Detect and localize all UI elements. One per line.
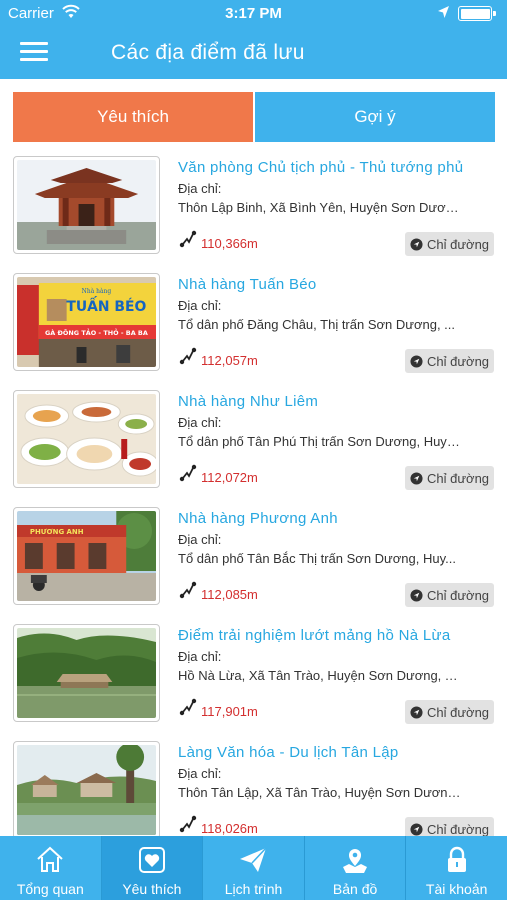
sign-text-small: Nhà hàng (82, 288, 112, 295)
page-title: Các địa điểm đã lưu (111, 41, 305, 64)
tab-itinerary[interactable]: Lịch trình (203, 836, 305, 900)
directions-button[interactable]: Chỉ đường (405, 817, 494, 836)
tab-label: Tổng quan (16, 881, 84, 897)
list-item[interactable]: PHƯƠNG ANH Nhà hàng Phương Anh Địa chỉ: … (0, 501, 507, 618)
place-thumbnail (13, 624, 160, 722)
directions-button[interactable]: Chỉ đường (405, 700, 494, 724)
directions-label: Chỉ đường (427, 470, 490, 486)
restaurant-front-photo: PHƯƠNG ANH (17, 511, 156, 601)
sign-text-menu: GÀ ĐÔNG TẢO - THỎ - BA BA (45, 327, 148, 337)
place-thumbnail: PHƯƠNG ANH (13, 507, 160, 605)
directions-button[interactable]: Chỉ đường (405, 583, 494, 607)
address-value: Thôn Lập Binh, Xã Bình Yên, Huyện Sơn Dư… (178, 200, 463, 215)
route-icon (179, 815, 197, 833)
address-value: Tổ dân phố Đăng Châu, Thị trấn Sơn Dương… (178, 317, 455, 332)
navigation-icon (410, 237, 423, 251)
list-item[interactable]: Nhà hàng Như Liêm Địa chỉ: Tổ dân phố Tâ… (0, 384, 507, 501)
home-icon (37, 846, 63, 872)
address-label: Địa chỉ: (178, 181, 222, 196)
place-thumbnail (13, 156, 160, 254)
bottom-tab-bar: Tổng quan Yêu thích Lịch trình Bản đồ Tà… (0, 836, 507, 900)
tab-label: Bản đồ (332, 881, 378, 897)
tab-map[interactable]: Bản đồ (305, 836, 407, 900)
place-name[interactable]: Điểm trải nghiệm lướt mảng hồ Nà Lừa (178, 627, 498, 644)
battery-icon (458, 6, 496, 21)
tab-label: Lịch trình (224, 881, 283, 897)
list-item[interactable]: Điểm trải nghiệm lướt mảng hồ Nà Lừa Địa… (0, 618, 507, 735)
navigation-icon (410, 588, 423, 602)
distance-value: 110,366m (201, 236, 258, 251)
tab-label: Yêu thích (122, 881, 182, 897)
tab-favorites[interactable]: Yêu thích (13, 92, 253, 142)
saved-places-list[interactable]: Văn phòng Chủ tịch phủ - Thủ tướng phủ Đ… (0, 150, 507, 836)
address-value: Tổ dân phố Tân Bắc Thị trấn Sơn Dương, H… (178, 551, 456, 566)
route-icon (179, 464, 197, 482)
navigation-bar: Các địa điểm đã lưu (0, 28, 507, 79)
place-name[interactable]: Nhà hàng Tuấn Béo (178, 276, 498, 293)
route-icon (179, 698, 197, 716)
navigation-icon (410, 822, 423, 836)
address-label: Địa chỉ: (178, 415, 222, 430)
place-name[interactable]: Nhà hàng Như Liêm (178, 393, 498, 410)
address-value: Thôn Tân Lập, Xã Tân Trào, Huyện Sơn Dươ… (178, 785, 463, 800)
directions-label: Chỉ đường (427, 704, 490, 720)
status-bar: Carrier 3:17 PM (0, 0, 507, 28)
directions-label: Chỉ đường (427, 353, 490, 369)
tab-suggestions[interactable]: Gợi ý (253, 92, 495, 142)
distance-value: 112,057m (201, 353, 258, 368)
list-item[interactable]: Làng Văn hóa - Du lịch Tân Lập Địa chỉ: … (0, 735, 507, 836)
app-screen: Carrier 3:17 PM Các địa điểm đã lưu Yêu … (0, 0, 507, 900)
list-item[interactable]: Văn phòng Chủ tịch phủ - Thủ tướng phủ Đ… (0, 150, 507, 267)
route-icon (179, 347, 197, 365)
village-photo (17, 745, 156, 835)
distance-value: 112,085m (201, 587, 258, 602)
tab-overview[interactable]: Tổng quan (0, 836, 102, 900)
directions-button[interactable]: Chỉ đường (405, 349, 494, 373)
navigation-icon (410, 354, 423, 368)
place-thumbnail: Nhà hàng TUẤN BÉO GÀ ĐÔNG TẢO - THỎ - BA… (13, 273, 160, 371)
route-icon (179, 581, 197, 599)
pavilion-photo (17, 160, 156, 250)
route-icon (179, 230, 197, 248)
directions-button[interactable]: Chỉ đường (405, 232, 494, 256)
navigation-icon (410, 705, 423, 719)
address-label: Địa chỉ: (178, 532, 222, 547)
tab-favorites-bottom[interactable]: Yêu thích (101, 836, 204, 900)
list-item[interactable]: Nhà hàng TUẤN BÉO GÀ ĐÔNG TẢO - THỎ - BA… (0, 267, 507, 384)
segment-tabs: Yêu thích Gợi ý (13, 92, 495, 142)
place-thumbnail (13, 741, 160, 836)
tab-account[interactable]: Tài khoản (406, 836, 507, 900)
address-label: Địa chỉ: (178, 649, 222, 664)
distance-value: 112,072m (201, 470, 258, 485)
lock-icon (447, 846, 466, 872)
hamburger-menu-icon[interactable] (20, 42, 48, 64)
distance-value: 117,901m (201, 704, 258, 719)
directions-button[interactable]: Chỉ đường (405, 466, 494, 490)
place-thumbnail (13, 390, 160, 488)
navigation-icon (410, 471, 423, 485)
storefront-text: PHƯƠNG ANH (30, 528, 84, 536)
paper-plane-icon (240, 847, 268, 872)
directions-label: Chỉ đường (427, 236, 490, 252)
tab-label: Tài khoản (425, 881, 488, 897)
location-arrow-icon (438, 6, 449, 18)
lake-raft-photo (17, 628, 156, 718)
address-label: Địa chỉ: (178, 298, 222, 313)
address-value: Tổ dân phố Tân Phú Thị trấn Sơn Dương, H… (178, 434, 463, 449)
place-name[interactable]: Văn phòng Chủ tịch phủ - Thủ tướng phủ (178, 159, 498, 176)
place-name[interactable]: Nhà hàng Phương Anh (178, 510, 498, 527)
restaurant-sign-photo: Nhà hàng TUẤN BÉO GÀ ĐÔNG TẢO - THỎ - BA… (17, 277, 156, 367)
distance-value: 118,026m (201, 821, 258, 836)
directions-label: Chỉ đường (427, 587, 490, 603)
food-table-photo (17, 394, 156, 484)
map-pin-icon (343, 849, 368, 873)
status-time: 3:17 PM (225, 5, 282, 22)
heart-icon (138, 847, 165, 873)
address-label: Địa chỉ: (178, 766, 222, 781)
address-value: Hồ Nà Lừa, Xã Tân Trào, Huyện Sơn Dương,… (178, 668, 463, 683)
place-name[interactable]: Làng Văn hóa - Du lịch Tân Lập (178, 744, 498, 761)
directions-label: Chỉ đường (427, 821, 490, 837)
